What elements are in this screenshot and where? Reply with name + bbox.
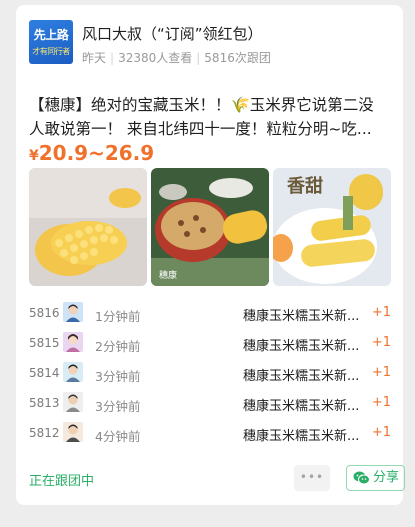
corn-on-plate-photo[interactable]: 香甜 [273, 168, 391, 286]
order-row[interactable]: 5814 3分钟前 穗康玉米糯玉米新... +1 [29, 359, 391, 389]
buyer-avatar [63, 422, 83, 442]
order-time: 3分钟前 [95, 369, 141, 384]
buyer-avatar [63, 332, 83, 352]
avatar-text-sub: 才有同行者 [32, 47, 70, 56]
order-number: 5812 [29, 426, 60, 440]
order-quantity: +1 [371, 395, 391, 410]
price-value: 20.9~26.9 [38, 141, 155, 165]
order-product: 穗康玉米糯玉米新... [243, 309, 360, 324]
share-button[interactable]: 分享 [346, 465, 405, 491]
card-footer: 正在跟团中 ••• 分享 [29, 465, 405, 493]
buyer-avatar [63, 302, 83, 322]
photo-caption: 穗康 [159, 271, 178, 281]
order-quantity: +1 [371, 335, 391, 350]
order-time: 2分钟前 [95, 339, 141, 354]
order-quantity: +1 [371, 305, 391, 320]
order-quantity: +1 [371, 365, 391, 380]
photo-caption: 香甜 [287, 176, 323, 197]
group-buy-card[interactable]: 先上路 才有同行者 风口大叔（“订阅”领红包） 昨天 | 32380人查看 | 5816… [16, 5, 405, 505]
corn-photo[interactable] [29, 168, 147, 286]
order-number: 5814 [29, 366, 60, 380]
order-product: 穗康玉米糯玉米新... [243, 399, 360, 414]
price-range: ¥20.9~26.9 [29, 141, 154, 165]
order-quantity: +1 [371, 425, 391, 440]
order-row[interactable]: 5813 3分钟前 穗康玉米糯玉米新... +1 [29, 389, 391, 419]
order-number: 5815 [29, 336, 60, 350]
buyer-avatar [63, 362, 83, 382]
corn-bowl-photo[interactable]: 穗康 [151, 168, 269, 286]
order-time: 4分钟前 [95, 429, 141, 444]
follower-count: 5816次跟团 [204, 51, 271, 65]
post-header: 先上路 才有同行者 风口大叔（“订阅”领红包） 昨天 | 32380人查看 | 5816… [29, 17, 391, 65]
order-row[interactable]: 5815 2分钟前 穗康玉米糯玉米新... +1 [29, 329, 391, 359]
order-product: 穗康玉米糯玉米新... [243, 429, 360, 444]
avatar-text-main: 先上路 [33, 28, 69, 42]
order-row[interactable]: 5816 1分钟前 穗康玉米糯玉米新... +1 [29, 299, 391, 329]
title-line-1: 【穗康】绝对的宝藏玉米！！🌾玉米界它说第二没 [29, 96, 374, 114]
post-title[interactable]: 【穗康】绝对的宝藏玉米！！🌾玉米界它说第二没 人敢说第一！ 来自北纬四十一度！粒… [29, 93, 393, 141]
title-line-2: 人敢说第一！ 来自北纬四十一度！粒粒分明~吃... [29, 120, 372, 138]
wechat-icon [353, 471, 370, 485]
author-avatar[interactable]: 先上路 才有同行者 [29, 20, 73, 64]
order-row[interactable]: 5812 4分钟前 穗康玉米糯玉米新... +1 [29, 419, 391, 449]
order-list: 5816 1分钟前 穗康玉米糯玉米新... +1 5815 2分钟前 穗康玉米糯… [29, 299, 391, 449]
price-currency: ¥ [29, 148, 39, 164]
order-number: 5813 [29, 396, 60, 410]
post-meta: 昨天 | 32380人查看 | 5816次跟团 [82, 51, 271, 65]
share-label: 分享 [373, 470, 400, 485]
order-product: 穗康玉米糯玉米新... [243, 339, 360, 354]
order-time: 3分钟前 [95, 399, 141, 414]
post-time: 昨天 [82, 51, 107, 65]
buyer-avatar [63, 392, 83, 412]
order-product: 穗康玉米糯玉米新... [243, 369, 360, 384]
author-name[interactable]: 风口大叔（“订阅”领红包） [82, 23, 263, 44]
more-button[interactable]: ••• [294, 465, 330, 491]
view-count: 32380人查看 [118, 51, 193, 65]
order-time: 1分钟前 [95, 309, 141, 324]
order-number: 5816 [29, 306, 60, 320]
group-status: 正在跟团中 [29, 474, 95, 489]
